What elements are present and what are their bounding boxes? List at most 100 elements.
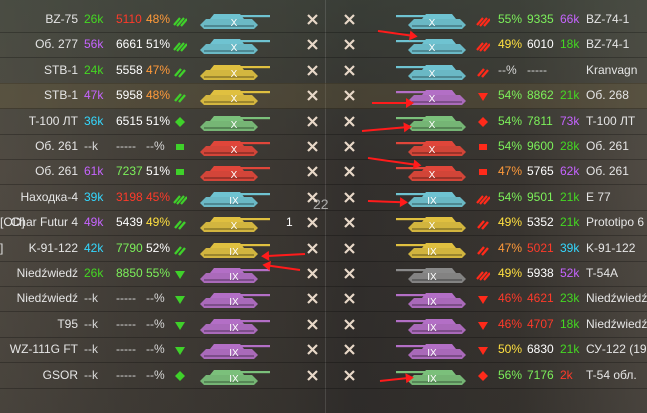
svg-text:X: X <box>231 43 238 54</box>
win-rate: 51% <box>146 37 171 52</box>
svg-text:X: X <box>429 120 436 131</box>
cross-icon <box>307 115 318 127</box>
tank-contour-icon: IX <box>196 364 274 387</box>
win-rate: --% <box>498 62 517 77</box>
tank-contour-icon: X <box>392 59 470 82</box>
clan-tag-clipped: ] <box>0 240 4 255</box>
tank-class-icon <box>173 38 188 53</box>
tank-contour-icon: IX <box>392 364 470 387</box>
player-row[interactable]: Niedźwiedź --k ----- --% IX IX 46% 4621 … <box>0 286 647 313</box>
efficiency-rating: 9501 <box>527 189 554 204</box>
cross-icon <box>307 166 318 178</box>
player-name-left: GSOR <box>42 367 78 382</box>
player-name-right: Об. 261 <box>586 164 629 179</box>
efficiency-rating: 5021 <box>527 240 554 255</box>
tank-contour-icon: IX <box>196 338 274 361</box>
cross-icon <box>307 217 318 228</box>
win-rate: 54% <box>498 113 523 128</box>
svg-text:IX: IX <box>427 374 437 385</box>
player-name-right: BZ-74-1 <box>586 37 630 52</box>
efficiency-rating: ----- <box>116 367 136 382</box>
battles-count: 42k <box>84 240 104 255</box>
cross-icon <box>307 39 318 51</box>
cross-icon <box>344 65 355 76</box>
efficiency-rating: 7237 <box>116 164 143 179</box>
battles-count: 39k <box>560 240 580 255</box>
cross-icon <box>307 65 318 76</box>
battles-count: --k <box>84 291 98 306</box>
efficiency-rating: 6830 <box>527 342 554 357</box>
win-rate: 55% <box>146 266 171 280</box>
battles-count: 61k <box>84 164 104 179</box>
tank-class-icon <box>173 165 187 179</box>
tank-contour-icon: IX <box>392 287 470 310</box>
tank-contour-icon: X <box>392 211 470 234</box>
player-row[interactable]: Об. 261 61k 7237 51% X X 47% 5765 62k Об… <box>0 159 647 186</box>
battles-count: 26k <box>84 266 104 280</box>
player-name-right: Об. 268 <box>586 88 629 103</box>
player-row[interactable]: STB-1 24k 5558 47% X X --% ----- Kranvag… <box>0 58 647 84</box>
efficiency-rating: 5352 <box>527 215 554 230</box>
efficiency-rating: ----- <box>116 342 136 357</box>
battles-count: 39k <box>84 189 104 204</box>
player-row[interactable]: Char Futur 4 49k 5439 49% X 1 X 49% 5352… <box>0 210 647 237</box>
battles-count: 26k <box>84 12 104 26</box>
efficiency-rating: 8862 <box>527 88 554 103</box>
tank-class-icon <box>476 216 490 230</box>
efficiency-rating: 6661 <box>116 37 143 52</box>
tank-contour-icon: X <box>196 110 274 133</box>
battles-count: --k <box>84 139 98 153</box>
battles-count: 52k <box>560 266 580 280</box>
battles-count: 18k <box>560 316 580 331</box>
player-name-left: Об. 261 <box>35 139 78 153</box>
player-name-right: T-54 обл. <box>586 367 637 382</box>
win-rate: 47% <box>498 164 523 179</box>
svg-text:IX: IX <box>229 272 239 283</box>
win-rate: --% <box>146 139 165 153</box>
battles-count: 62k <box>560 164 580 179</box>
player-name-right: Prototipo 6 <box>586 215 645 230</box>
tank-class-icon <box>173 64 187 78</box>
efficiency-rating: ----- <box>116 316 136 331</box>
player-row[interactable]: GSOR --k ----- --% IX IX 56% 7176 2k T-5… <box>0 363 647 389</box>
svg-text:X: X <box>429 18 436 29</box>
win-rate: 49% <box>498 266 523 280</box>
svg-text:IX: IX <box>229 247 239 258</box>
battles-count: --k <box>84 316 98 331</box>
player-name-left: Niedźwiedź <box>16 266 78 280</box>
cross-icon <box>344 268 355 279</box>
tank-class-icon <box>476 267 491 281</box>
clan-tag-clipped: [OD] <box>0 215 25 230</box>
player-row[interactable]: K-91-122 42k 7790 52% IX IX 47% 5021 39k… <box>0 236 647 262</box>
win-rate: 49% <box>498 37 523 52</box>
efficiency-rating: ----- <box>116 291 136 306</box>
tank-class-icon <box>173 216 187 230</box>
tank-contour-icon: IX <box>196 287 274 310</box>
player-row[interactable]: Niedźwiedź 26k 8850 55% IX IX 49% 5938 5… <box>0 261 647 287</box>
efficiency-rating: 5938 <box>527 266 554 280</box>
player-row[interactable]: T95 --k ----- --% IX IX 46% 4707 18k Nie… <box>0 312 647 338</box>
tank-contour-icon: X <box>196 135 274 158</box>
efficiency-rating: 7811 <box>527 113 553 128</box>
cross-icon <box>344 242 355 254</box>
tank-contour-icon: X <box>392 135 470 158</box>
battles-count: 73k <box>560 113 580 128</box>
player-row[interactable]: Об. 261 --k ----- --% X X 54% 9600 28k О… <box>0 134 647 160</box>
win-rate: 49% <box>146 215 171 230</box>
tank-class-icon <box>476 292 490 306</box>
tank-contour-icon: IX <box>196 186 274 209</box>
battles-count: 47k <box>84 88 104 103</box>
player-row[interactable]: STB-1 47k 5958 48% X X 54% 8862 21k Об. … <box>0 83 647 110</box>
win-rate: --% <box>146 367 165 382</box>
efficiency-rating: 9335 <box>527 12 554 26</box>
player-row[interactable]: Об. 277 56k 6661 51% X X 49% 6010 18k BZ… <box>0 32 647 59</box>
efficiency-rating: 6515 <box>116 113 143 128</box>
player-row[interactable]: T-100 ЛТ 36k 6515 51% X X 54% 7811 73k T… <box>0 109 647 135</box>
player-row[interactable]: WZ-111G FT --k ----- --% IX IX 50% 6830 … <box>0 337 647 364</box>
svg-text:IX: IX <box>427 323 437 334</box>
player-row[interactable]: BZ-75 26k 5110 48% X X 55% 9335 66k BZ-7… <box>0 7 647 33</box>
battles-count: 2k <box>560 367 573 382</box>
svg-text:IX: IX <box>427 247 437 258</box>
tank-class-icon <box>476 343 490 357</box>
tank-class-icon <box>173 191 188 205</box>
